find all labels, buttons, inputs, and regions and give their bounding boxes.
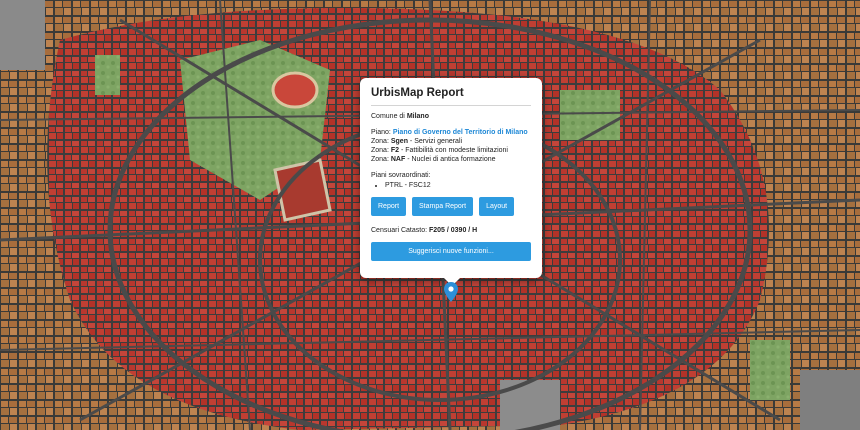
piano-label: Piano: <box>371 129 391 136</box>
comune-label: Comune di <box>371 113 405 120</box>
piano-line: Piano: Piano di Governo del Territorio d… <box>371 128 531 137</box>
zona-line: Zona: Sgen - Servizi generali <box>371 137 531 146</box>
zona-code: Sgen <box>390 138 408 145</box>
report-popup: UrbisMap Report Comune di Milano Piano: … <box>360 78 542 286</box>
suggest-features-button[interactable]: Suggerisci nuove funzioni... <box>371 242 531 261</box>
zona-label: Zona: <box>371 156 389 163</box>
zona-desc: - Nuclei di antica formazione <box>405 156 496 163</box>
comune-value: Milano <box>406 113 429 120</box>
action-buttons: Report Stampa Report Layout <box>371 197 531 216</box>
zona-code: NAF <box>390 156 406 163</box>
zona-desc: - Servizi generali <box>407 138 463 145</box>
list-item: PTRL - FSC12 <box>385 181 531 190</box>
zona-line: Zona: F2 - Fattibilità con modeste limit… <box>371 146 531 155</box>
piani-list: PTRL - FSC12 <box>371 181 531 190</box>
popup-title: UrbisMap Report <box>371 87 464 99</box>
rail-yard-southeast <box>800 370 860 430</box>
zona-label: Zona: <box>371 138 389 145</box>
park-west <box>95 55 120 95</box>
zona-line: Zona: NAF - Nuclei di antica formazione <box>371 155 531 164</box>
comune-line: Comune di Milano <box>371 112 531 121</box>
print-report-button[interactable]: Stampa Report <box>412 197 474 216</box>
zona-code: F2 <box>390 147 400 154</box>
censuari-value: F205 / 0390 / H <box>428 227 478 234</box>
title-separator <box>371 105 531 106</box>
zona-desc: - Fattibilità con modeste limitazioni <box>399 147 508 154</box>
censuari-line: Censuari Catasto: F205 / 0390 / H <box>371 226 531 235</box>
censuari-label: Censuari Catasto: <box>371 227 428 234</box>
arena-track <box>271 71 319 109</box>
map-pin-icon[interactable] <box>444 282 458 302</box>
layout-button[interactable]: Layout <box>479 197 515 216</box>
zona-label: Zona: <box>371 147 389 154</box>
report-button[interactable]: Report <box>371 197 407 216</box>
piani-label: Piani sovraordinati: <box>371 172 431 179</box>
park-east <box>560 90 620 140</box>
piano-link[interactable]: Piano di Governo del Territorio di Milan… <box>393 129 528 136</box>
park-southeast <box>750 340 790 400</box>
rail-yard-northwest <box>0 0 45 70</box>
